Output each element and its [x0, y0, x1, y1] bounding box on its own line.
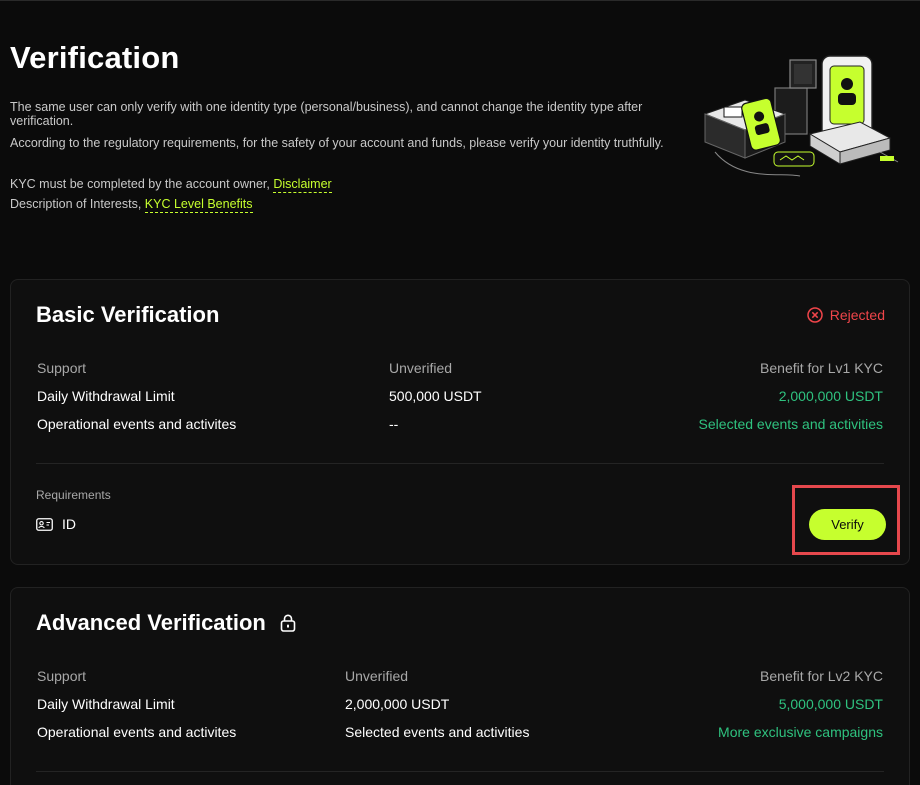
requirements-label: Requirements	[36, 488, 111, 502]
row-unverified-value: --	[389, 416, 399, 432]
advanced-benefits-table: Support Unverified Benefit for Lv2 KYC D…	[37, 668, 883, 752]
row-unverified-value: Selected events and activities	[345, 724, 530, 740]
advanced-verification-card: Advanced Verification Support Unverified…	[10, 587, 910, 785]
lock-icon	[280, 614, 296, 632]
intro-regulatory-note: According to the regulatory requirements…	[10, 136, 664, 150]
basic-verification-title-text: Basic Verification	[36, 302, 220, 327]
col-benefit-header: Benefit for Lv1 KYC	[760, 360, 883, 376]
col-benefit-header: Benefit for Lv2 KYC	[760, 668, 883, 684]
disclaimer-link[interactable]: Disclaimer	[273, 177, 332, 193]
rejected-status: Rejected	[806, 307, 885, 323]
requirement-id: ID	[36, 516, 76, 532]
row-label: Daily Withdrawal Limit	[37, 388, 175, 404]
row-label: Operational events and activites	[37, 416, 237, 432]
basic-verification-card: Basic Verification Rejected Support Unve…	[10, 279, 910, 565]
id-card-icon	[36, 517, 53, 531]
intro-text: The same user can only verify with one i…	[10, 100, 690, 150]
kyc-info: KYC must be completed by the account own…	[10, 174, 332, 214]
requirement-label: ID	[62, 516, 76, 532]
row-benefit-value: Selected events and activities	[698, 416, 883, 432]
kyc-benefits-link[interactable]: KYC Level Benefits	[144, 197, 253, 213]
card-divider	[36, 771, 884, 772]
row-unverified-value: 2,000,000 USDT	[345, 696, 450, 712]
page-title: Verification	[10, 40, 180, 75]
row-label: Daily Withdrawal Limit	[37, 696, 175, 712]
close-circle-icon	[806, 307, 823, 323]
table-header: Support Unverified Benefit for Lv1 KYC	[37, 360, 883, 388]
table-row: Daily Withdrawal Limit 500,000 USDT 2,00…	[37, 388, 883, 416]
table-row: Operational events and activites Selecte…	[37, 724, 883, 752]
kyc-owner-text: KYC must be completed by the account own…	[10, 177, 270, 191]
verify-button[interactable]: Verify	[809, 509, 886, 540]
table-row: Operational events and activites -- Sele…	[37, 416, 883, 444]
intro-identity-note: The same user can only verify with one i…	[10, 100, 643, 128]
col-unverified-header: Unverified	[345, 668, 409, 684]
row-benefit-value: 2,000,000 USDT	[778, 388, 883, 404]
row-unverified-value: 500,000 USDT	[389, 388, 482, 404]
advanced-verification-title: Advanced Verification	[36, 610, 296, 636]
card-divider	[36, 463, 884, 464]
col-support-header: Support	[37, 360, 87, 376]
col-unverified-header: Unverified	[389, 360, 453, 376]
row-benefit-value: More exclusive campaigns	[718, 724, 883, 740]
status-label: Rejected	[829, 307, 885, 323]
basic-benefits-table: Support Unverified Benefit for Lv1 KYC D…	[37, 360, 883, 444]
row-benefit-value: 5,000,000 USDT	[778, 696, 883, 712]
col-support-header: Support	[37, 668, 87, 684]
basic-verification-title: Basic Verification	[36, 302, 219, 328]
table-header: Support Unverified Benefit for Lv2 KYC	[37, 668, 883, 696]
interests-line: Description of Interests, KYC Level Bene…	[10, 194, 332, 214]
verification-illustration	[703, 55, 899, 177]
kyc-owner-line: KYC must be completed by the account own…	[10, 174, 332, 194]
row-label: Operational events and activites	[37, 724, 237, 740]
advanced-verification-title-text: Advanced Verification	[36, 610, 266, 635]
interests-text: Description of Interests,	[10, 197, 142, 211]
table-row: Daily Withdrawal Limit 2,000,000 USDT 5,…	[37, 696, 883, 724]
top-divider	[0, 0, 920, 1]
